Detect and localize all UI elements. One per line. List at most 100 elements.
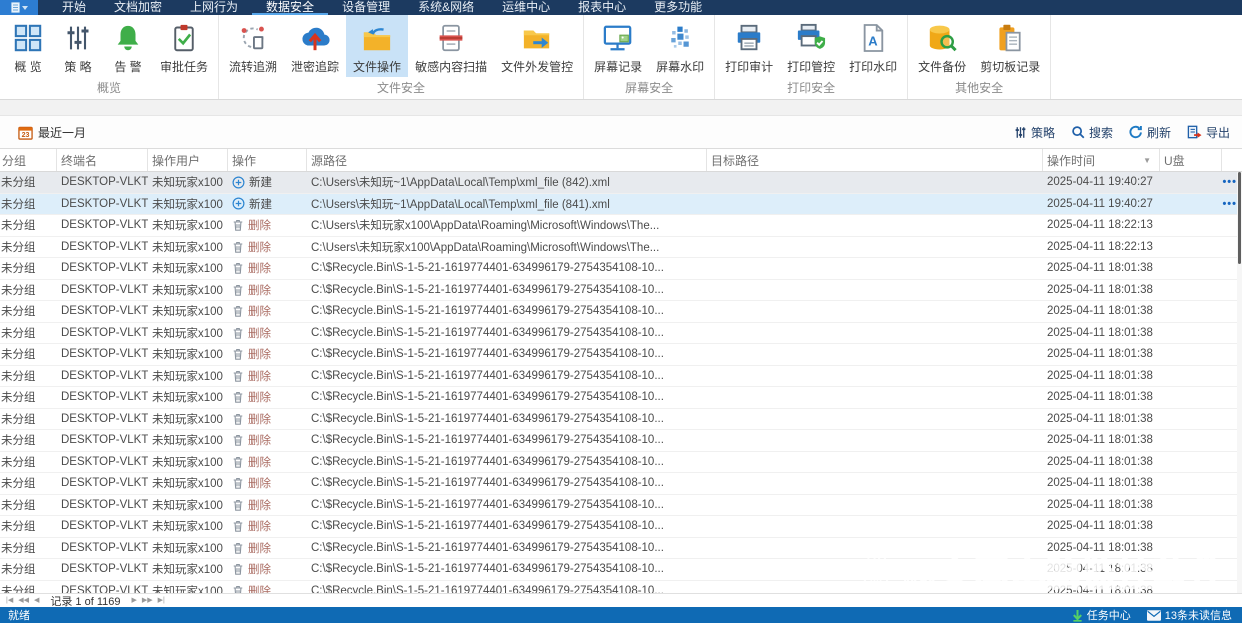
button-label: 泄密追踪 <box>291 60 340 74</box>
operation-label: 删除 <box>248 349 271 362</box>
menu-tab[interactable]: 系统&网络 <box>404 0 488 15</box>
app-window: 开始 文档加密 上网行为 数据安全 设备管理 系统&网络 运维中心 报表中心 更多功能 概 览 … <box>0 0 1242 623</box>
table-row[interactable]: 未分组 DESKTOP-VLKTLE1 未知玩家x100 删除 C:\Users… <box>0 236 1242 258</box>
scrollbar-thumb[interactable] <box>1238 172 1241 264</box>
task-center-button[interactable]: 任务中心 <box>1072 607 1131 623</box>
vertical-scrollbar[interactable] <box>1237 172 1242 593</box>
cell-terminal: DESKTOP-VLKTLE1 <box>61 412 148 425</box>
cell-terminal: DESKTOP-VLKTLE1 <box>61 584 148 593</box>
table-row[interactable]: 未分组 DESKTOP-VLKTLE1 未知玩家x100 删除 C:\$Recy… <box>0 279 1242 301</box>
table-row[interactable]: 未分组 DESKTOP-VLKTLE1 未知玩家x100 删除 C:\$Recy… <box>0 344 1242 366</box>
filter-bar: 23 最近一月 策略 搜索 刷新 导出 <box>0 116 1242 148</box>
table-row[interactable]: 未分组 DESKTOP-VLKTLE1 未知玩家x100 删除 C:\$Recy… <box>0 559 1242 581</box>
cell-group: 未分组 <box>1 413 36 426</box>
table-row[interactable]: 未分组 DESKTOP-VLKTLE1 未知玩家x100 删除 C:\$Recy… <box>0 408 1242 430</box>
file-outgoing-control-button[interactable]: 文件外发管控 <box>494 15 580 77</box>
column-header-group[interactable]: 分组 <box>0 149 57 171</box>
file-backup-button[interactable]: 文件备份 <box>911 15 973 77</box>
screen-record-button[interactable]: 屏幕记录 <box>587 15 649 77</box>
menu-tab[interactable]: 开始 <box>48 0 100 15</box>
column-header-usb[interactable]: U盘 <box>1160 149 1222 171</box>
cell-terminal: DESKTOP-VLKTLE1 <box>61 498 148 511</box>
table-row[interactable]: 未分组 DESKTOP-VLKTLE1 未知玩家x100 删除 C:\$Recy… <box>0 301 1242 323</box>
column-header-target[interactable]: 目标路径 <box>707 149 1043 171</box>
print-control-button[interactable]: 打印管控 <box>780 15 842 77</box>
sensitive-content-scan-button[interactable]: 敏感内容扫描 <box>408 15 494 77</box>
ribbon-group-label: 打印安全 <box>787 81 836 95</box>
flow-trace-button[interactable]: 流转追溯 <box>222 15 284 77</box>
menu-tab[interactable]: 设备管理 <box>328 0 404 15</box>
menu-tab[interactable]: 文档加密 <box>100 0 176 15</box>
policy-button[interactable]: 策 略 <box>53 15 103 77</box>
search-action-button[interactable]: 搜索 <box>1071 124 1113 141</box>
menu-tab[interactable]: 报表中心 <box>564 0 640 15</box>
operation-label: 删除 <box>248 220 271 233</box>
last-record-button[interactable]: ▶| <box>158 594 165 608</box>
date-range-filter[interactable]: 23 最近一月 <box>18 124 86 141</box>
first-record-button[interactable]: |◀ <box>6 594 13 608</box>
time-filter-icon[interactable]: ▼ <box>1143 156 1151 165</box>
button-label: 文件外发管控 <box>501 60 574 74</box>
cell-source-path: C:\$Recycle.Bin\S-1-5-21-1619774401-6349… <box>311 305 664 318</box>
table-body: 未分组 DESKTOP-VLKTLE1 未知玩家x100 新建 C:\Users… <box>0 172 1242 593</box>
print-watermark-button[interactable]: A 打印水印 <box>842 15 904 77</box>
cell-user: 未知玩家x100 <box>152 241 223 254</box>
cell-operation: 新建 <box>228 196 307 212</box>
operation-label: 删除 <box>248 521 271 534</box>
table-row[interactable]: 未分组 DESKTOP-VLKTLE1 未知玩家x100 删除 C:\$Recy… <box>0 322 1242 344</box>
overview-grid-icon <box>13 20 43 56</box>
alert-button[interactable]: 告 警 <box>103 15 153 77</box>
menu-tab[interactable]: 数据安全 <box>252 0 329 15</box>
operation-label: 删除 <box>248 478 271 491</box>
table-row[interactable]: 未分组 DESKTOP-VLKTLE1 未知玩家x100 删除 C:\$Recy… <box>0 451 1242 473</box>
column-header-time[interactable]: 操作时间 ▼ <box>1043 149 1160 171</box>
table-row[interactable]: 未分组 DESKTOP-VLKTLE1 未知玩家x100 删除 C:\Users… <box>0 215 1242 237</box>
print-audit-button[interactable]: 打印审计 <box>718 15 780 77</box>
file-operations-button[interactable]: 文件操作 <box>346 15 409 77</box>
menu-tab[interactable]: 上网行为 <box>176 0 252 15</box>
refresh-icon <box>1129 125 1142 139</box>
button-label: 文件操作 <box>353 60 402 74</box>
cell-time: 2025-04-11 19:40:27 <box>1047 176 1153 189</box>
prev-record-button[interactable]: ◀ <box>34 594 39 608</box>
overview-button[interactable]: 概 览 <box>3 15 53 77</box>
leak-tracking-button[interactable]: 泄密追踪 <box>284 15 346 77</box>
svg-text:23: 23 <box>22 132 30 139</box>
next-record-button[interactable]: ▶ <box>132 594 137 608</box>
next-page-button[interactable]: ▶▶ <box>142 594 153 608</box>
policy-action-button[interactable]: 策略 <box>1014 124 1055 141</box>
table-row[interactable]: 未分组 DESKTOP-VLKTLE1 未知玩家x100 删除 C:\$Recy… <box>0 258 1242 280</box>
table-row[interactable]: 未分组 DESKTOP-VLKTLE1 未知玩家x100 删除 C:\$Recy… <box>0 430 1242 452</box>
column-header-source[interactable]: 源路径 <box>307 149 707 171</box>
table-row[interactable]: 未分组 DESKTOP-VLKTLE1 未知玩家x100 删除 C:\$Recy… <box>0 387 1242 409</box>
table-row[interactable]: 未分组 DESKTOP-VLKTLE1 未知玩家x100 删除 C:\$Recy… <box>0 537 1242 559</box>
screen-watermark-button[interactable]: 屏幕水印 <box>649 15 711 77</box>
cell-group: 未分组 <box>1 392 36 405</box>
document-icon <box>10 2 20 13</box>
menu-tab[interactable]: 更多功能 <box>640 0 716 15</box>
menu-tab[interactable]: 运维中心 <box>488 0 564 15</box>
export-action-button[interactable]: 导出 <box>1187 124 1230 141</box>
clipboard-record-button[interactable]: 剪切板记录 <box>973 15 1047 77</box>
table-row[interactable]: 未分组 DESKTOP-VLKTLE1 未知玩家x100 新建 C:\Users… <box>0 172 1242 194</box>
unread-messages-button[interactable]: 13条未读信息 <box>1146 607 1232 623</box>
table-row[interactable]: 未分组 DESKTOP-VLKTLE1 未知玩家x100 删除 C:\$Recy… <box>0 516 1242 538</box>
prev-page-button[interactable]: ◀◀ <box>18 594 29 608</box>
table-row[interactable]: 未分组 DESKTOP-VLKTLE1 未知玩家x100 删除 C:\$Recy… <box>0 580 1242 593</box>
approval-tasks-button[interactable]: 审批任务 <box>153 15 215 77</box>
cell-source-path: C:\Users\未知玩家x100\AppData\Roaming\Micros… <box>311 241 660 254</box>
table-row[interactable]: 未分组 DESKTOP-VLKTLE1 未知玩家x100 删除 C:\$Recy… <box>0 473 1242 495</box>
cell-operation: 删除 <box>228 325 307 341</box>
table-row[interactable]: 未分组 DESKTOP-VLKTLE1 未知玩家x100 删除 C:\$Recy… <box>0 365 1242 387</box>
column-header-user[interactable]: 操作用户 <box>148 149 228 171</box>
column-header-operation[interactable]: 操作 <box>228 149 307 171</box>
record-navigator: |◀ ◀◀ ◀ 记录 1 of 1169 ▶ ▶▶ ▶| <box>0 593 1242 608</box>
table-row[interactable]: 未分组 DESKTOP-VLKTLE1 未知玩家x100 删除 C:\$Recy… <box>0 494 1242 516</box>
column-header-terminal[interactable]: 终端名 <box>57 149 148 171</box>
clipboard-record-icon <box>995 20 1025 56</box>
refresh-action-button[interactable]: 刷新 <box>1129 124 1171 141</box>
delete-icon <box>233 284 243 296</box>
table-row[interactable]: 未分组 DESKTOP-VLKTLE1 未知玩家x100 新建 C:\Users… <box>0 193 1242 215</box>
app-menu-button[interactable] <box>0 0 38 15</box>
cell-operation: 删除 <box>228 432 307 448</box>
